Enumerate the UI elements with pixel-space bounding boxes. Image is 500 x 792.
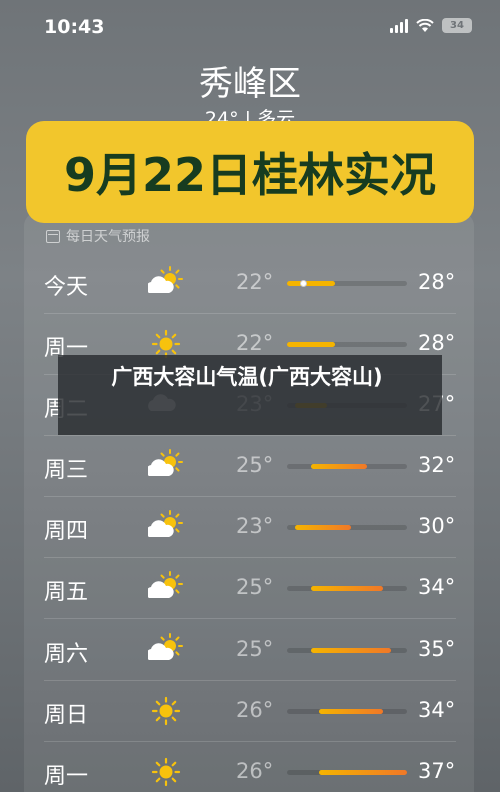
temperature-range-bar — [287, 648, 407, 653]
forecast-high: 34° — [418, 575, 456, 599]
forecast-low: 22° — [236, 331, 274, 355]
forecast-row[interactable]: 今天 22° 28° — [0, 253, 500, 313]
temperature-range-bar — [287, 586, 407, 591]
forecast-low: 23° — [236, 514, 274, 538]
forecast-high: 34° — [418, 698, 456, 722]
caption-text: 广西大容山气温(广西大容山) — [111, 365, 383, 389]
temperature-range-fill — [311, 586, 383, 591]
forecast-low: 25° — [236, 453, 274, 477]
partly-sunny-icon — [146, 632, 184, 668]
partly-sunny-icon — [146, 448, 184, 484]
forecast-high: 28° — [418, 331, 456, 355]
battery-icon: 34 — [442, 18, 472, 33]
temperature-range-fill — [319, 709, 383, 714]
status-icons: 34 — [390, 18, 472, 33]
forecast-day: 周六 — [44, 642, 89, 667]
forecast-day: 周一 — [44, 764, 89, 789]
status-time: 10:43 — [44, 16, 105, 38]
temperature-range-bar — [287, 770, 407, 775]
forecast-high: 30° — [418, 514, 456, 538]
temperature-range-fill — [295, 525, 351, 530]
partly-sunny-icon — [146, 265, 184, 301]
temperature-range-bar — [287, 709, 407, 714]
forecast-header-label: 每日天气预报 — [66, 229, 150, 245]
temperature-range-fill — [319, 770, 407, 775]
calendar-icon — [46, 229, 60, 243]
current-temp-dot — [300, 280, 307, 287]
forecast-low: 26° — [236, 698, 274, 722]
forecast-row[interactable]: 周六 25° 35° — [0, 620, 500, 680]
temperature-range-bar — [287, 525, 407, 530]
partly-sunny-icon — [146, 570, 184, 606]
wifi-icon — [416, 18, 434, 32]
forecast-day: 周五 — [44, 580, 89, 605]
sunny-icon — [148, 693, 184, 729]
forecast-row[interactable]: 周四 23° 30° — [0, 497, 500, 557]
temperature-range-fill — [311, 648, 391, 653]
forecast-row[interactable]: 周一 26° 37° — [0, 742, 500, 792]
forecast-row[interactable]: 周五 25° 34° — [0, 558, 500, 618]
forecast-day: 周三 — [44, 458, 89, 483]
temperature-range-bar — [287, 342, 407, 347]
forecast-high: 35° — [418, 637, 456, 661]
forecast-row[interactable]: 周日 26° 34° — [0, 681, 500, 741]
forecast-high: 28° — [418, 270, 456, 294]
temperature-range-fill — [287, 342, 335, 347]
title-banner: 9月22日桂林实况 — [26, 121, 474, 223]
temperature-range-bar — [287, 280, 407, 287]
forecast-low: 25° — [236, 575, 274, 599]
temperature-range-fill — [311, 464, 367, 469]
forecast-row[interactable]: 周三 25° 32° — [0, 436, 500, 496]
partly-sunny-icon — [146, 509, 184, 545]
forecast-day: 周四 — [44, 519, 89, 544]
sunny-icon — [148, 754, 184, 790]
forecast-header: 每日天气预报 — [46, 226, 150, 246]
forecast-low: 25° — [236, 637, 274, 661]
temperature-range-bar — [287, 464, 407, 469]
city-name: 秀峰区 — [199, 64, 301, 104]
temperature-range-fill — [287, 281, 335, 286]
forecast-high: 37° — [418, 759, 456, 783]
forecast-day: 周日 — [44, 703, 89, 728]
forecast-day: 今天 — [44, 275, 89, 300]
forecast-low: 22° — [236, 270, 274, 294]
status-bar: 10:43 34 — [0, 0, 500, 54]
forecast-high: 32° — [418, 453, 456, 477]
forecast-low: 26° — [236, 759, 274, 783]
row-divider — [44, 618, 456, 619]
signal-icon — [390, 18, 408, 33]
